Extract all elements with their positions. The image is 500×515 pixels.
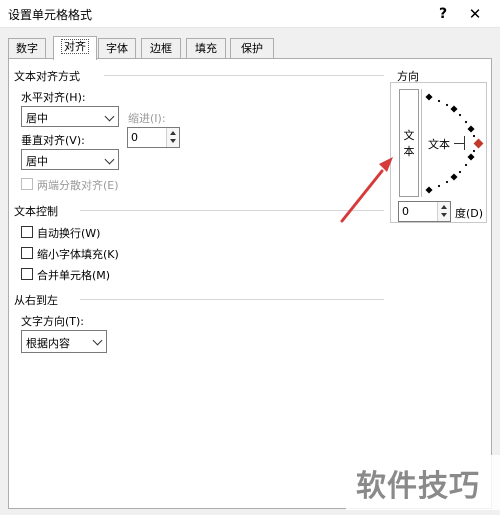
- spin-down-icon: [170, 139, 176, 143]
- vertical-align-label: 垂直对齐(V):: [21, 134, 85, 147]
- degrees-label: 度(D): [455, 207, 484, 220]
- orientation-pointer: [454, 143, 464, 144]
- section-right-to-left: 从右到左: [14, 294, 58, 307]
- vertical-align-select[interactable]: 居中: [21, 149, 119, 170]
- tab-font[interactable]: 字体: [98, 38, 136, 59]
- watermark-text: 软件技巧: [356, 469, 480, 504]
- text-direction-value: 根据内容: [26, 337, 70, 350]
- tab-label: 边框: [150, 42, 172, 55]
- tab-label: 保护: [241, 42, 263, 55]
- spin-down-icon: [441, 213, 447, 217]
- orientation-tick: [464, 136, 465, 150]
- horizontal-align-select[interactable]: 居中: [21, 106, 119, 127]
- title-bar: 设置单元格格式 ? ✕: [0, 0, 500, 28]
- vertical-align-value: 居中: [26, 155, 48, 168]
- wrap-text-checkbox[interactable]: [21, 226, 33, 238]
- degrees-spinner[interactable]: 0: [398, 201, 451, 222]
- distributed-label: 两端分散对齐(E): [37, 179, 119, 192]
- spin-up-icon: [170, 131, 176, 135]
- chevron-down-icon: [101, 107, 118, 126]
- distributed-checkbox[interactable]: [21, 178, 33, 190]
- text-direction-select[interactable]: 根据内容: [21, 330, 107, 353]
- tab-number[interactable]: 数字: [8, 38, 46, 59]
- watermark: 软件技巧: [346, 455, 500, 510]
- chevron-down-icon: [101, 150, 118, 169]
- orientation-dial[interactable]: 文本: [422, 89, 484, 197]
- divider: [104, 75, 384, 76]
- tab-border[interactable]: 边框: [141, 38, 181, 59]
- dialog-title: 设置单元格格式: [8, 8, 93, 22]
- shrink-to-fit-label: 缩小字体填充(K): [37, 248, 119, 261]
- tab-label: 字体: [106, 42, 128, 55]
- degrees-value: 0: [402, 205, 409, 218]
- tab-fill[interactable]: 填充: [186, 38, 226, 59]
- horizontal-align-value: 居中: [26, 112, 48, 125]
- vertical-text-label: 文本: [403, 129, 415, 158]
- indent-value: 0: [131, 131, 138, 144]
- tab-protection[interactable]: 保护: [230, 38, 274, 59]
- wrap-text-label: 自动换行(W): [37, 227, 101, 240]
- text-direction-label: 文字方向(T):: [21, 315, 85, 328]
- divider: [80, 299, 384, 300]
- horizontal-align-label: 水平对齐(H):: [21, 91, 86, 104]
- merge-cells-checkbox[interactable]: [21, 268, 33, 280]
- tab-label: 填充: [195, 42, 217, 55]
- tab-label: 对齐: [61, 39, 89, 54]
- shrink-to-fit-checkbox[interactable]: [21, 247, 33, 259]
- section-text-control: 文本控制: [14, 205, 58, 218]
- close-button[interactable]: ✕: [460, 3, 490, 25]
- vertical-text-button[interactable]: 文本: [399, 89, 419, 197]
- divider: [80, 210, 384, 211]
- section-text-alignment: 文本对齐方式: [14, 70, 80, 83]
- chevron-down-icon: [89, 331, 106, 352]
- indent-spinner[interactable]: 0: [127, 127, 180, 148]
- spin-up-icon: [441, 205, 447, 209]
- indent-label: 缩进(I):: [128, 112, 166, 125]
- tab-label: 数字: [16, 42, 38, 55]
- spin-buttons[interactable]: [437, 202, 450, 221]
- horizontal-text-label: 文本: [428, 138, 450, 151]
- spin-buttons[interactable]: [166, 128, 179, 147]
- merge-cells-label: 合并单元格(M): [37, 269, 111, 282]
- tab-alignment[interactable]: 对齐: [53, 36, 97, 60]
- help-button[interactable]: ?: [428, 3, 458, 25]
